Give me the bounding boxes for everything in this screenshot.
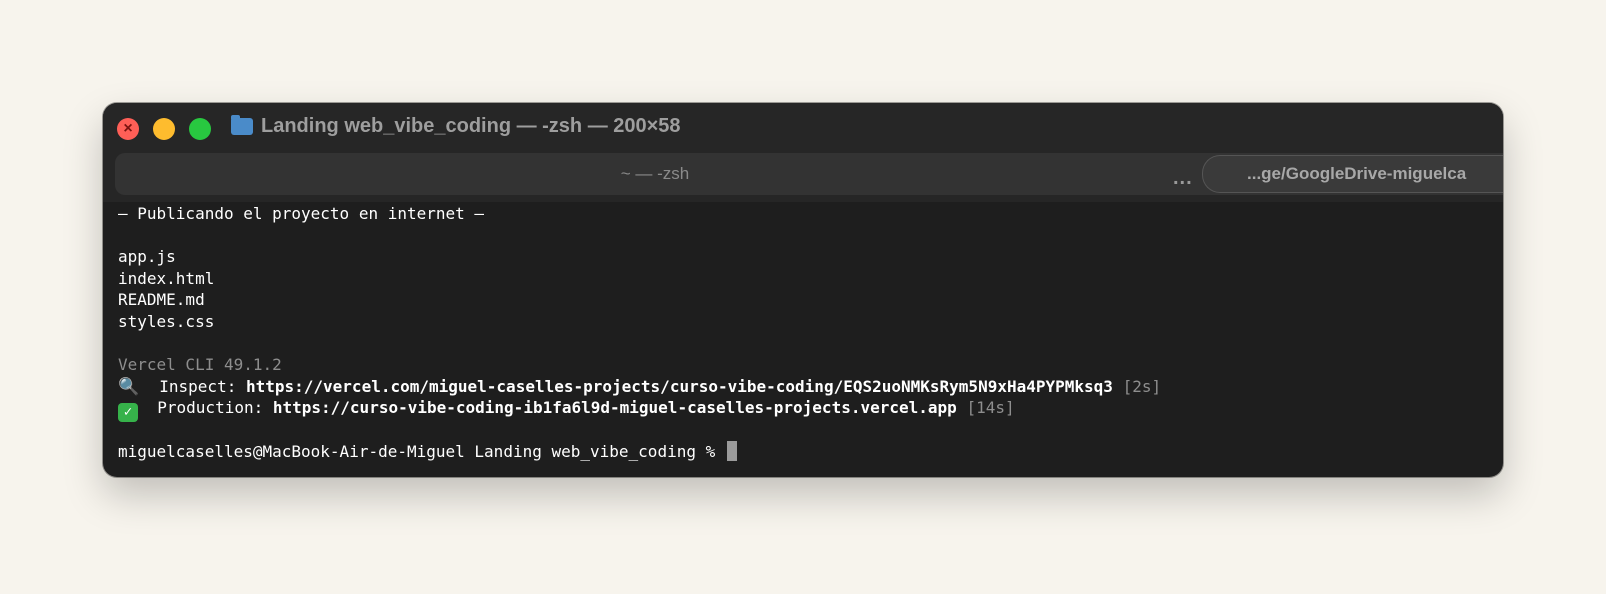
inspect-label: Inspect:: [159, 376, 246, 396]
title-bar[interactable]: Landing web_vibe_coding — -zsh — 200×58 …: [103, 103, 1503, 202]
inspect-time: [2s]: [1122, 376, 1162, 396]
tab-googledrive[interactable]: ...ge/GoogleDrive-miguelca: [1202, 155, 1503, 193]
file-item: index.html: [118, 268, 215, 288]
minimize-window-button[interactable]: [153, 118, 175, 140]
text-cursor: [726, 440, 737, 461]
cli-version: Vercel CLI 49.1.2: [118, 355, 282, 375]
folder-icon: [231, 115, 253, 135]
production-url-link[interactable]: https://curso-vibe-coding-ib1fa6l9d-migu…: [273, 398, 957, 417]
inspect-url-link[interactable]: https://vercel.com/miguel-caselles-proje…: [246, 377, 1113, 396]
shell-prompt: miguelcaselles@MacBook-Air-de-Miguel Lan…: [118, 441, 725, 461]
production-line: ✓ Production: https://curso-vibe-coding-…: [118, 397, 1503, 423]
terminal-output[interactable]: — Publicando el proyecto en internet — a…: [103, 202, 1503, 477]
inspect-line: 🔍 Inspect: https://vercel.com/miguel-cas…: [118, 376, 1503, 398]
window-title: Landing web_vibe_coding — -zsh — 200×58: [231, 115, 681, 138]
file-item: app.js: [118, 247, 176, 267]
magnifier-icon: 🔍: [118, 376, 140, 397]
file-item: README.md: [118, 290, 205, 310]
file-item: styles.css: [118, 311, 215, 331]
tab-active[interactable]: ~ — -zsh: [115, 153, 1195, 195]
tab-overflow-button[interactable]: ...: [1173, 167, 1193, 190]
close-window-button[interactable]: [117, 118, 139, 140]
output-header: — Publicando el proyecto en internet —: [118, 204, 485, 223]
tab-bar: ~ — -zsh ... ...ge/GoogleDrive-miguelca: [115, 153, 1503, 195]
window-title-text: Landing web_vibe_coding — -zsh — 200×58: [261, 115, 681, 137]
terminal-window: Landing web_vibe_coding — -zsh — 200×58 …: [103, 103, 1503, 477]
production-label: Production:: [157, 398, 273, 418]
maximize-window-button[interactable]: [189, 118, 211, 140]
tab-googledrive-label: ...ge/GoogleDrive-miguelca: [1247, 164, 1467, 183]
production-time: [14s]: [966, 398, 1015, 418]
prompt-line[interactable]: miguelcaselles@MacBook-Air-de-Miguel Lan…: [118, 440, 1503, 463]
